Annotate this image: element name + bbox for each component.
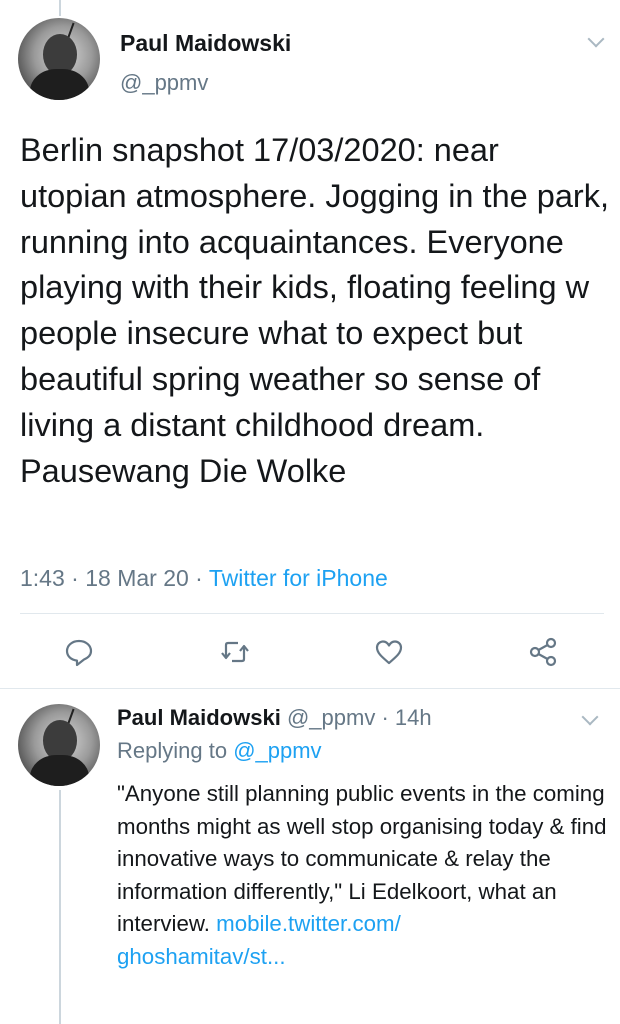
divider	[20, 613, 604, 614]
reply-text: "Anyone still planning public events in …	[117, 778, 612, 973]
thread-line-bottom	[59, 790, 61, 1024]
reply-avatar[interactable]	[18, 704, 100, 786]
heart-icon	[375, 640, 403, 665]
author-handle[interactable]: @_ppmv	[120, 70, 208, 96]
retweet-button[interactable]	[219, 636, 251, 668]
tweet-time: 1:43	[20, 565, 65, 591]
retweet-icon	[221, 641, 249, 663]
share-icon	[529, 637, 557, 667]
reply-age: 14h	[394, 705, 432, 730]
replying-to-handle[interactable]: @_ppmv	[233, 738, 321, 763]
like-button[interactable]	[373, 636, 405, 668]
avatar[interactable]	[18, 18, 100, 100]
replying-to-label: Replying to	[117, 738, 234, 763]
share-button[interactable]	[527, 636, 559, 668]
meta-separator: ·	[71, 565, 79, 591]
tweet-source-link[interactable]: Twitter for iPhone	[209, 565, 388, 591]
tweet-meta: 1:43 · 18 Mar 20 · Twitter for iPhone	[20, 565, 388, 592]
reply-link[interactable]: mobile.twitter.com/	[216, 911, 401, 936]
thread-line-top	[59, 0, 61, 16]
reply-header: Paul Maidowski @_ppmv · 14h	[117, 705, 432, 731]
reply-author-handle[interactable]: @_ppmv	[287, 705, 375, 730]
header-separator: ·	[381, 705, 389, 730]
tweet-separator	[0, 688, 620, 689]
chevron-down-icon[interactable]	[581, 708, 599, 726]
replying-to: Replying to @_ppmv	[117, 738, 322, 764]
tweet-date: 18 Mar 20	[85, 565, 189, 591]
reply-button[interactable]	[63, 636, 95, 668]
reply-icon	[65, 639, 93, 667]
author-name[interactable]: Paul Maidowski	[120, 30, 291, 57]
reply-author-name[interactable]: Paul Maidowski	[117, 705, 281, 730]
tweet-text: Berlin snapshot 17/03/2020: near utopian…	[20, 132, 609, 489]
chevron-down-icon[interactable]	[587, 30, 605, 48]
reply-link-continued[interactable]: ghoshamitav/st...	[117, 944, 286, 969]
meta-separator: ·	[195, 565, 203, 591]
